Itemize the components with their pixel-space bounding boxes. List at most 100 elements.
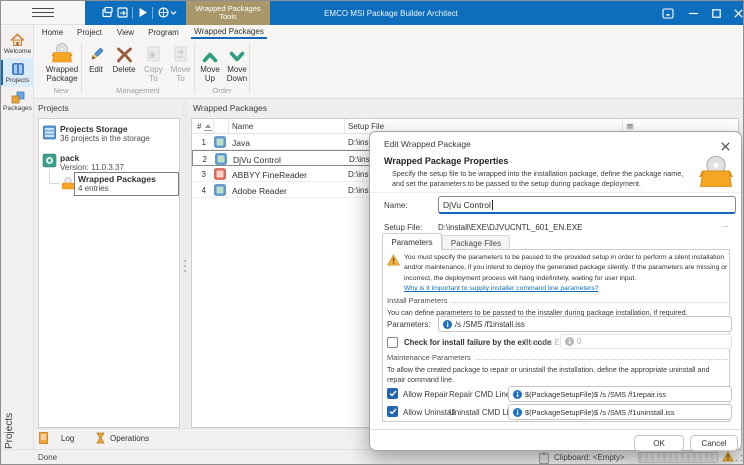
parameters-label: Parameters: (387, 320, 431, 329)
tree-item-wrapped-packages[interactable]: Wrapped Packages 4 entries (74, 172, 179, 196)
header-divider (370, 192, 741, 193)
app-icon-adobe (214, 184, 226, 196)
name-label: Name: (384, 201, 408, 210)
edit-wrapped-package-dialog: Edit Wrapped Package Wrapped Package Pro… (369, 131, 742, 451)
packages-icon (11, 91, 25, 104)
projects-icon (11, 62, 25, 76)
status-message: Done (38, 453, 57, 462)
cancel-button[interactable]: Cancel (690, 435, 738, 451)
qat-menu-icon[interactable] (158, 7, 178, 18)
close-button[interactable] (730, 6, 744, 20)
footer-divider (370, 429, 741, 430)
move-down-button[interactable]: Move Down (223, 41, 251, 87)
edit-button[interactable]: Edit (83, 41, 109, 87)
tab-home[interactable]: Home (39, 25, 66, 39)
exit-code-checkbox[interactable] (387, 337, 398, 348)
move-down-icon (229, 41, 245, 63)
storage-icon (43, 125, 56, 140)
maintenance-parameters-group: Maintenance Parameters (387, 353, 728, 362)
column-header-num[interactable]: # (197, 122, 201, 131)
run-icon[interactable] (138, 7, 148, 18)
contextual-tab[interactable]: Wrapped Packages Tools (186, 1, 270, 25)
tab-operations[interactable]: Operations (96, 432, 149, 444)
group-label-management: Management (82, 86, 194, 95)
app-title: EMCO MSI Package Builder Architect (281, 9, 501, 18)
copy-to-button[interactable]: Copy To (140, 41, 167, 87)
tab-wrapped-packages[interactable]: Wrapped Packages (191, 25, 267, 39)
dialog-close-button[interactable] (717, 139, 733, 153)
log-icon (39, 432, 48, 444)
projects-panel-title: Projects (38, 103, 69, 113)
tab-parameters[interactable]: Parameters (382, 233, 442, 250)
tab-view[interactable]: View (111, 25, 140, 39)
sidebar-item-welcome[interactable]: Welcome (1, 29, 34, 58)
column-chooser-icon[interactable] (626, 123, 634, 130)
group-label-order: Order (195, 86, 249, 95)
allow-repair-checkbox[interactable] (387, 388, 398, 399)
setup-file-label: Setup File: (384, 223, 422, 232)
sidebar-item-projects[interactable]: Projects (1, 58, 34, 87)
column-header-name[interactable]: Name (232, 122, 253, 131)
setup-file-value: D:\install\EXE\DJVUCNTL_601_EN.EXE (438, 223, 583, 232)
tree-item-pack[interactable]: pack Version: 11.0.3.37 (60, 153, 178, 172)
move-to-button[interactable]: Move To (167, 41, 194, 87)
clipboard-status: Clipboard: <Empty> (554, 453, 625, 462)
info-icon (513, 390, 522, 399)
tab-project[interactable]: Project (71, 25, 108, 39)
column-separator (213, 119, 214, 133)
panel-caption-projects[interactable]: Projects (4, 387, 15, 449)
tree-item-projects-storage[interactable]: Projects Storage 36 projects in the stor… (60, 124, 178, 143)
tab-program[interactable]: Program (142, 25, 185, 39)
uninstall-cmd-input[interactable]: $(PackageSetupFile)$ /s /SMS /f1uninstal… (508, 404, 732, 420)
sidebar-item-packages[interactable]: Packages (1, 87, 34, 116)
status-bar (1, 449, 744, 465)
column-separator (228, 119, 229, 133)
app-icon-abbyy (214, 168, 226, 180)
browse-button[interactable]: ... (722, 220, 729, 229)
qat-icon-1[interactable] (102, 7, 113, 18)
hourglass-icon (96, 432, 105, 444)
allow-uninstall-checkbox[interactable] (387, 406, 398, 417)
minimize-button[interactable] (685, 6, 701, 20)
ribbon-tab-row (34, 25, 744, 39)
maximize-button[interactable] (708, 6, 724, 20)
sort-ascending-icon-base (204, 130, 212, 131)
warning-text: You must specify the parameters to be pa… (404, 253, 728, 284)
status-warning-icon[interactable] (722, 451, 734, 462)
app-icon-djvu (215, 153, 227, 165)
packages-panel-title: Wrapped Packages (193, 103, 267, 113)
qat-divider (132, 7, 133, 19)
qat-icon-2[interactable] (117, 7, 128, 18)
delete-button[interactable]: Delete (109, 41, 139, 87)
group-label-new: New (41, 86, 81, 95)
progress-indicator (638, 452, 718, 463)
warning-icon (387, 254, 400, 266)
copy-to-icon (146, 41, 161, 63)
parameters-input[interactable]: /s /SMS /f1install.iss (438, 316, 732, 332)
success-codes-input[interactable]: 0 (560, 334, 732, 349)
dialog-title: Edit Wrapped Package (384, 139, 471, 149)
resize-grip[interactable] (735, 454, 743, 462)
allow-uninstall-label: Allow Uninstall (403, 408, 455, 417)
name-input[interactable]: DjVu Control (438, 196, 736, 214)
home-icon (10, 33, 25, 47)
panel-splitter[interactable] (182, 99, 188, 428)
ribbon-options-icon[interactable] (660, 6, 676, 20)
edit-icon (88, 41, 105, 63)
info-icon (513, 408, 522, 417)
ok-button[interactable]: OK (634, 435, 684, 451)
wrapped-package-button[interactable]: Wrapped Package (43, 41, 81, 87)
tab-log[interactable]: Log (39, 432, 74, 444)
warning-link[interactable]: Why is it important to supply installer … (404, 285, 599, 292)
pack-icon (42, 153, 57, 168)
column-header-setup-file[interactable]: Setup File (348, 122, 384, 131)
repair-cmd-input[interactable]: $(PackageSetupFile)$ /s /SMS /f1repair.i… (508, 386, 732, 402)
tab-package-files[interactable]: Package Files (442, 235, 510, 250)
move-to-icon (173, 41, 188, 63)
maintenance-hint: To allow the created package to repair o… (387, 365, 727, 384)
column-separator (344, 119, 345, 133)
move-up-button[interactable]: Move Up (197, 41, 223, 87)
main-menu-button[interactable] (1, 1, 85, 25)
move-up-icon (202, 41, 218, 63)
qat-divider-2 (152, 7, 153, 19)
